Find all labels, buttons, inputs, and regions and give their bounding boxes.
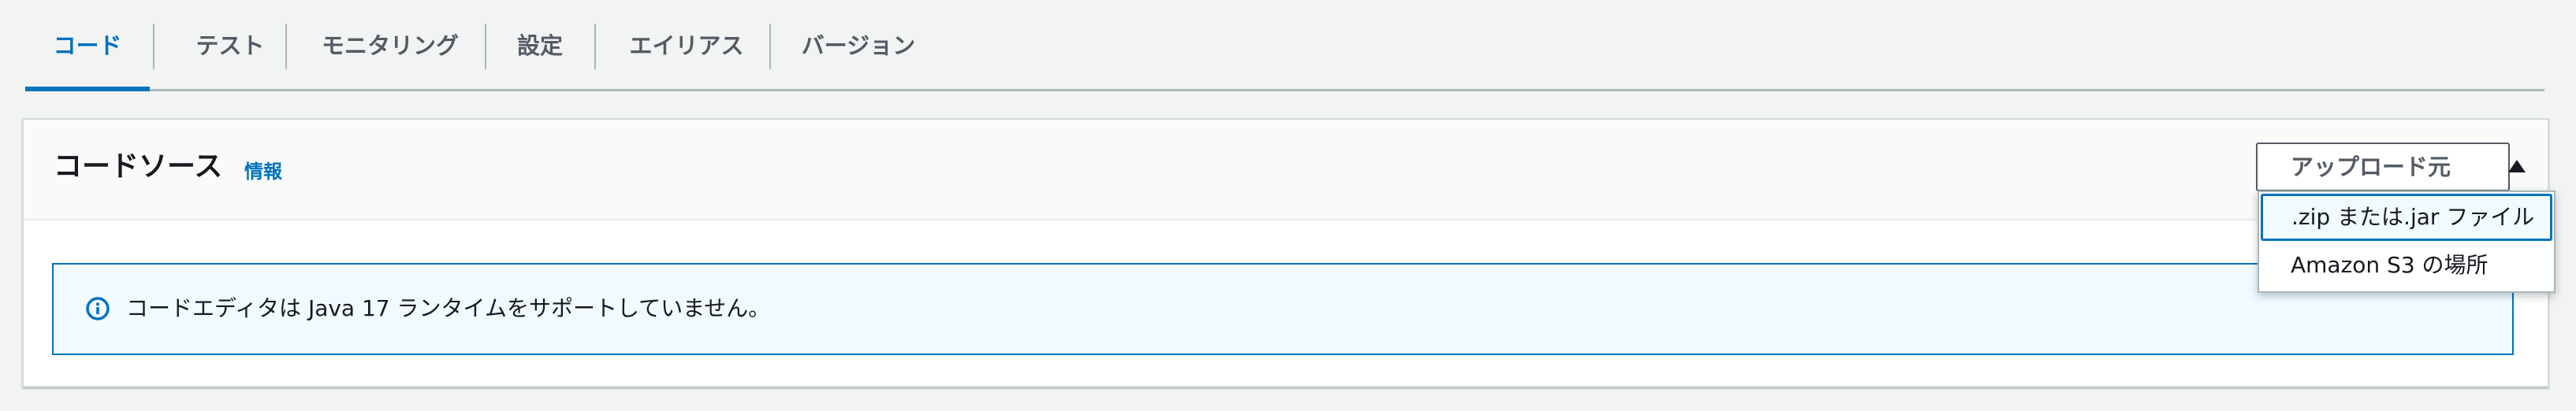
menu-item-amazon-s3-location[interactable]: Amazon S3 の場所 bbox=[2259, 243, 2554, 291]
alert-message: コードエディタは Java 17 ランタイムをサポートしていません。 bbox=[126, 295, 771, 321]
active-tab-indicator bbox=[25, 87, 150, 91]
info-link[interactable]: 情報 bbox=[244, 159, 282, 184]
tab-divider bbox=[153, 24, 154, 69]
caret-up-icon bbox=[2508, 160, 2526, 172]
upload-dropdown-menu: .zip または.jar ファイル Amazon S3 の場所 bbox=[2258, 191, 2556, 293]
tab-settings[interactable]: 設定 bbox=[486, 20, 594, 71]
tab-code[interactable]: コード bbox=[25, 20, 150, 71]
tab-versions[interactable]: バージョン bbox=[776, 20, 941, 71]
panel-header: コードソース 情報 bbox=[24, 120, 2548, 220]
upload-from-button[interactable]: アップロード元 bbox=[2256, 143, 2526, 191]
tab-divider bbox=[594, 24, 596, 69]
info-icon bbox=[86, 297, 110, 320]
tab-divider bbox=[285, 24, 287, 69]
tab-test[interactable]: テスト bbox=[156, 20, 304, 71]
upload-from-label: アップロード元 bbox=[2291, 154, 2451, 180]
tab-monitoring[interactable]: モニタリング bbox=[293, 20, 487, 71]
menu-item-zip-jar-file[interactable]: .zip または.jar ファイル bbox=[2261, 194, 2552, 241]
tab-aliases[interactable]: エイリアス bbox=[598, 20, 775, 71]
tab-divider bbox=[769, 24, 771, 69]
info-alert: コードエディタは Java 17 ランタイムをサポートしていません。 bbox=[52, 263, 2514, 355]
panel-title: コードソース bbox=[54, 150, 223, 183]
tab-bar: コード テスト モニタリング 設定 エイリアス バージョン bbox=[25, 0, 2544, 91]
